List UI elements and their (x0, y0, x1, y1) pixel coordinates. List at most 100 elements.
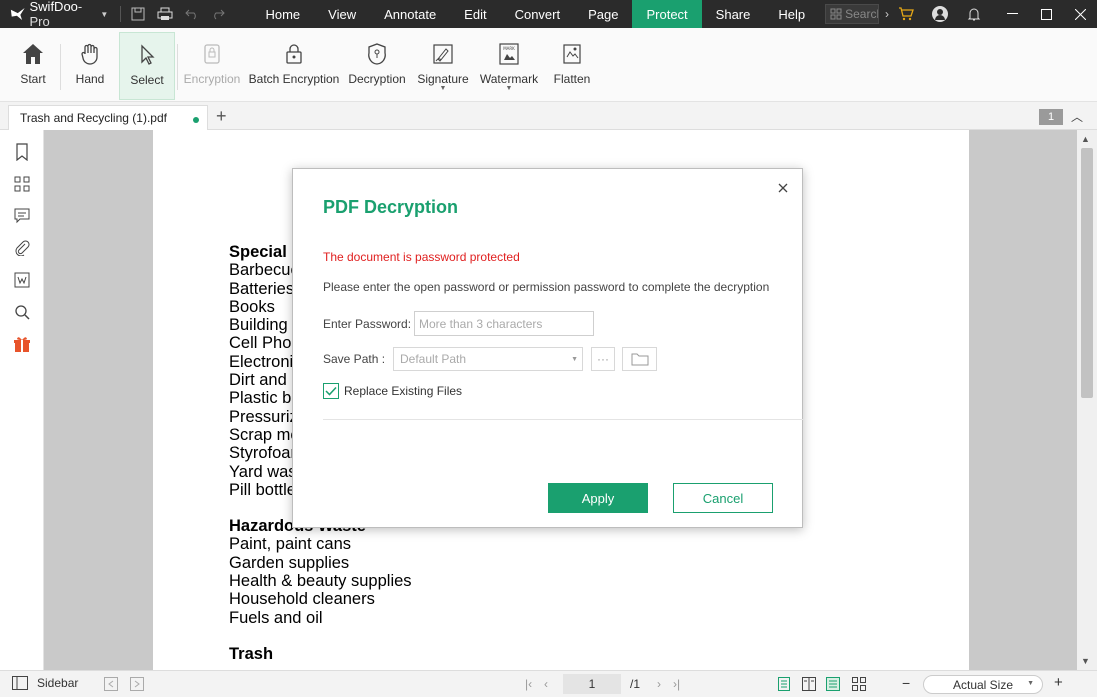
document-tab[interactable]: Trash and Recycling (1).pdf (8, 105, 208, 130)
print-icon[interactable] (152, 0, 179, 28)
flatten-button[interactable]: Flatten (542, 32, 602, 100)
word-icon[interactable] (12, 270, 32, 290)
decryption-button[interactable]: Decryption (344, 32, 410, 100)
svg-text:MARK: MARK (503, 46, 515, 51)
open-folder-button[interactable] (622, 347, 657, 371)
batch-encryption-button[interactable]: Batch Encryption (244, 32, 344, 100)
chevron-down-icon: ▼ (571, 356, 578, 363)
browse-button[interactable]: ··· (591, 347, 615, 371)
watermark-dropdown-icon[interactable]: ▼ (506, 85, 513, 92)
redo-icon[interactable] (205, 0, 232, 28)
signature-pen-icon (433, 44, 453, 64)
menu-convert[interactable]: Convert (501, 0, 575, 28)
grid-view-icon[interactable] (852, 677, 866, 691)
minimize-icon[interactable] (995, 0, 1029, 28)
page-heading: Trash (229, 644, 274, 663)
zoom-out-icon[interactable]: − (902, 675, 910, 691)
zoom-in-icon[interactable]: + (1054, 674, 1063, 691)
gift-icon[interactable] (12, 334, 32, 354)
menu-edit[interactable]: Edit (450, 0, 500, 28)
app-menu-chevron-icon[interactable]: ▼ (100, 10, 108, 19)
signature-label: Signature (417, 72, 469, 86)
two-page-view-icon[interactable] (802, 677, 816, 691)
hand-tool-button[interactable]: Hand (63, 32, 117, 100)
close-icon[interactable] (776, 181, 790, 195)
shield-key-icon (368, 43, 386, 65)
checkmark-icon (325, 386, 337, 396)
start-label: Start (20, 72, 46, 86)
comment-icon[interactable] (12, 206, 32, 226)
hand-label: Hand (75, 72, 105, 86)
sidebar-toggle[interactable]: Sidebar (12, 676, 78, 690)
bookmark-icon[interactable] (12, 142, 32, 162)
start-button[interactable]: Start (8, 32, 58, 100)
menu-view[interactable]: View (314, 0, 370, 28)
encryption-label: Encryption (183, 72, 241, 86)
menu-share[interactable]: Share (702, 0, 765, 28)
last-page-icon[interactable]: ›| (673, 677, 680, 691)
watermark-button[interactable]: MARK Watermark ▼ (476, 32, 542, 100)
continuous-view-icon[interactable] (826, 677, 840, 691)
page-count-badge: 1 (1039, 109, 1063, 125)
search-icon[interactable] (12, 302, 32, 322)
select-label: Select (130, 73, 164, 87)
thumbnails-grid-icon[interactable] (12, 174, 32, 194)
page-number-input[interactable]: 1 (563, 674, 621, 694)
hand-icon (81, 43, 98, 65)
cart-icon[interactable] (889, 0, 923, 28)
forward-arrow-icon[interactable] (130, 677, 144, 691)
menu-page[interactable]: Page (574, 0, 632, 28)
protect-ribbon: Start Hand Select Encryption Batch Encry… (0, 28, 1097, 102)
page-line: Garden supplies (229, 553, 350, 572)
save-path-value: Default Path (400, 352, 467, 366)
undo-icon[interactable] (178, 0, 205, 28)
scroll-down-icon[interactable]: ▼ (1081, 656, 1090, 666)
title-bar: SwifDoo-Pro ▼ Home View Annotate Edit Co… (0, 0, 1097, 29)
menu-help[interactable]: Help (764, 0, 819, 28)
save-icon[interactable] (125, 0, 152, 28)
search-icon (830, 8, 842, 20)
first-page-icon[interactable]: |‹ (525, 677, 532, 691)
chevron-down-icon: ▼ (1027, 680, 1034, 687)
divider (323, 419, 803, 420)
maximize-icon[interactable] (1029, 0, 1063, 28)
sidebar-panel-icon (12, 676, 28, 690)
password-input[interactable] (414, 311, 594, 336)
signature-button[interactable]: Signature ▼ (410, 32, 476, 100)
apply-button[interactable]: Apply (548, 483, 648, 513)
encryption-button[interactable]: Encryption (180, 32, 244, 100)
save-path-select[interactable]: Default Path ▼ (393, 347, 583, 371)
scroll-up-icon[interactable]: ▲ (1081, 134, 1090, 144)
swifdoo-logo-icon (10, 7, 25, 21)
signature-dropdown-icon[interactable]: ▼ (440, 85, 447, 92)
replace-files-label: Replace Existing Files (344, 384, 463, 398)
lock-icon (204, 44, 220, 64)
prev-page-icon[interactable]: ‹ (544, 677, 548, 691)
back-arrow-icon[interactable] (104, 677, 118, 691)
vertical-scrollbar[interactable]: ▲ ▼ (1077, 130, 1097, 670)
menu-annotate[interactable]: Annotate (370, 0, 450, 28)
close-window-icon[interactable] (1063, 0, 1097, 28)
new-tab-plus-icon[interactable]: + (216, 106, 227, 127)
unsaved-indicator-icon (193, 117, 199, 123)
account-icon[interactable] (923, 0, 957, 28)
menu-home[interactable]: Home (251, 0, 314, 28)
scroll-thumb[interactable] (1081, 148, 1093, 398)
cursor-arrow-icon (141, 44, 155, 65)
attachment-paperclip-icon[interactable] (12, 238, 32, 258)
next-page-icon[interactable]: › (657, 677, 661, 691)
app-logo[interactable]: SwifDoo-Pro ▼ (0, 0, 108, 29)
search-box[interactable]: Search (825, 4, 879, 24)
collapse-ribbon-chevron-up-icon[interactable]: ︿ (1071, 108, 1083, 125)
notification-bell-icon[interactable] (957, 0, 991, 28)
divider (177, 44, 178, 90)
menu-protect[interactable]: Protect (632, 0, 702, 28)
divider (120, 6, 122, 22)
cancel-button[interactable]: Cancel (673, 483, 773, 513)
zoom-value: Actual Size (952, 677, 1014, 692)
status-bar: Sidebar |‹ ‹ 1 /1 › ›| − Actual Size ▼ + (0, 670, 1097, 697)
replace-files-checkbox[interactable] (323, 383, 339, 399)
zoom-select[interactable]: Actual Size ▼ (923, 675, 1043, 694)
single-page-view-icon[interactable] (777, 677, 791, 691)
select-tool-button[interactable]: Select (119, 32, 175, 100)
